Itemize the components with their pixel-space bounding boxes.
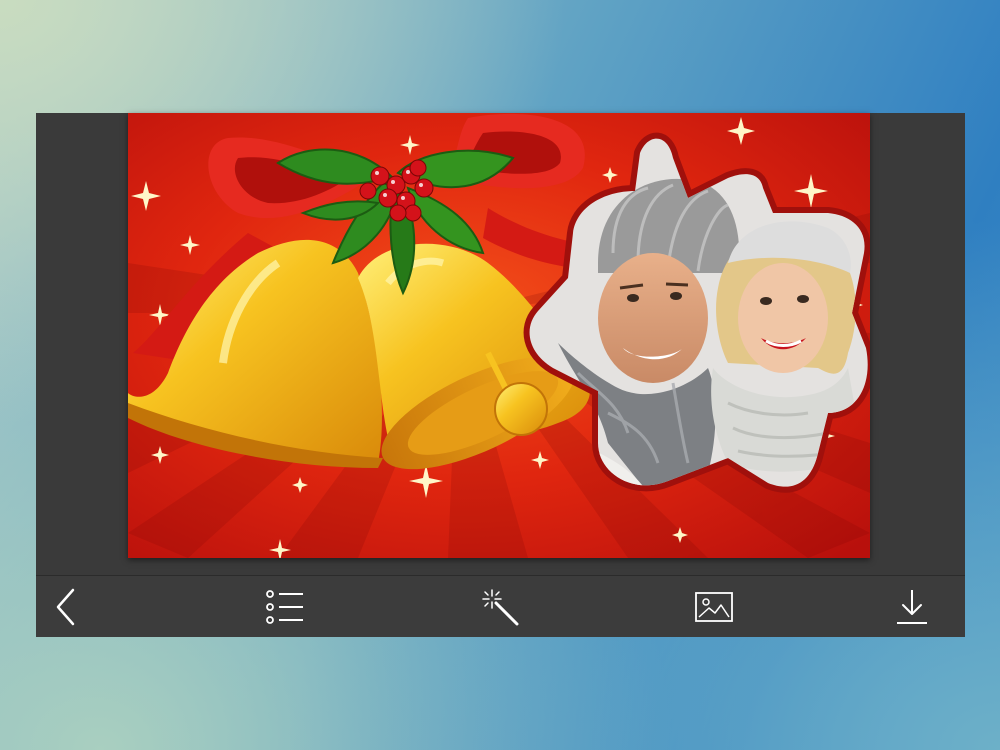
- frames-list-button[interactable]: [245, 576, 325, 637]
- chevron-left-icon: [56, 588, 75, 625]
- back-button[interactable]: [28, 576, 108, 637]
- framed-photo[interactable]: [128, 113, 870, 558]
- christmas-frame-image: [128, 113, 870, 558]
- app-window: [36, 113, 965, 637]
- magic-wand-icon: [482, 588, 519, 625]
- effects-button[interactable]: [460, 576, 540, 637]
- download-icon: [897, 589, 927, 624]
- gallery-button[interactable]: [674, 576, 754, 637]
- image-icon: [695, 591, 733, 622]
- photo-stage: [36, 113, 965, 575]
- bottom-toolbar: [36, 575, 965, 637]
- save-button[interactable]: [872, 576, 952, 637]
- list-icon: [266, 589, 303, 624]
